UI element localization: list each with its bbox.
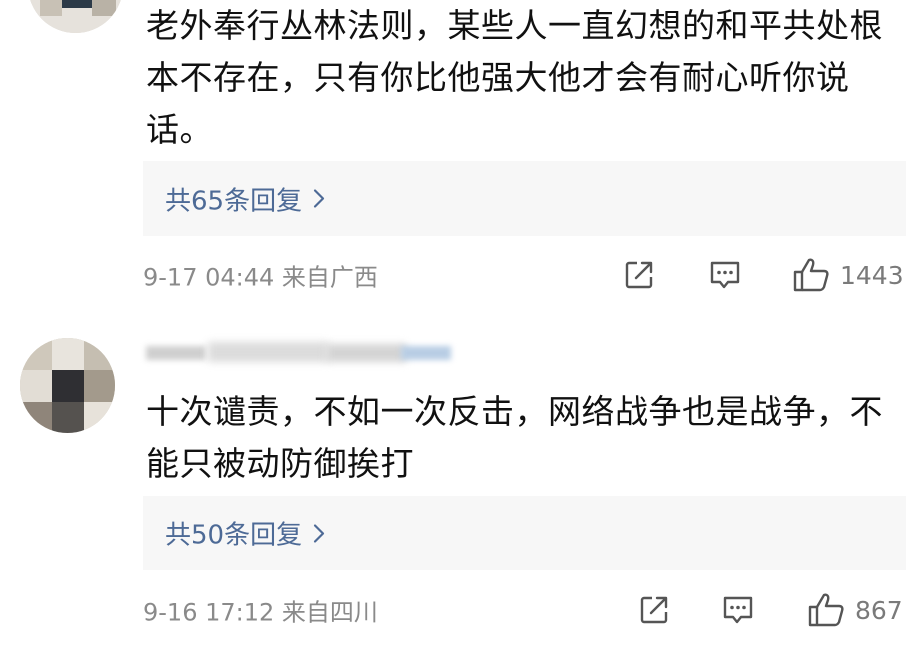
avatar[interactable] <box>20 338 115 433</box>
comment-button[interactable] <box>721 594 755 626</box>
view-replies-link[interactable]: 共50条回复 <box>165 515 326 552</box>
comment-icon <box>723 596 753 624</box>
comment-text: 十次谴责，不如一次反击，网络战争也是战争，不能只被动防御挨打 <box>146 392 883 483</box>
like-count: 867 <box>855 595 903 625</box>
thumbs-up-icon <box>808 593 844 627</box>
avatar[interactable] <box>28 0 123 33</box>
chevron-right-icon <box>313 523 325 543</box>
chevron-right-icon <box>313 189 325 208</box>
share-button[interactable] <box>622 258 656 292</box>
reply-box: 共65条回复 <box>143 161 906 236</box>
like-button[interactable]: 1443 <box>792 257 904 293</box>
comment-item: 老外奉行丛林法则，某些人一直幻想的和平共处根本不存在，只有你比他强大他才会有耐心… <box>0 0 917 310</box>
comment-text: 老外奉行丛林法则，某些人一直幻想的和平共处根本不存在，只有你比他强大他才会有耐心… <box>146 6 883 149</box>
comment-item: 十次谴责，不如一次反击，网络战争也是战争，不能只被动防御挨打 共50条回复 9-… <box>0 318 917 661</box>
share-button[interactable] <box>637 593 671 627</box>
comment-icon <box>710 261 740 289</box>
comment-button[interactable] <box>708 259 742 291</box>
like-count: 1443 <box>840 260 904 290</box>
reply-box: 共50条回复 <box>143 496 906 570</box>
share-icon <box>640 596 668 624</box>
meta-row: 9-16 17:12 来自四川 867 <box>143 590 908 630</box>
share-icon <box>625 261 653 289</box>
view-replies-link[interactable]: 共65条回复 <box>165 180 326 217</box>
time-location: 9-17 04:44 来自广西 <box>143 263 378 292</box>
reply-count-label: 共65条回复 <box>165 186 303 216</box>
reply-count-label: 共50条回复 <box>165 520 303 551</box>
time-location: 9-16 17:12 来自四川 <box>143 598 378 627</box>
like-button[interactable]: 867 <box>807 592 903 628</box>
meta-row: 9-17 04:44 来自广西 1443 <box>143 255 908 295</box>
thumbs-up-icon <box>793 258 829 292</box>
username-blurred[interactable] <box>146 342 456 364</box>
